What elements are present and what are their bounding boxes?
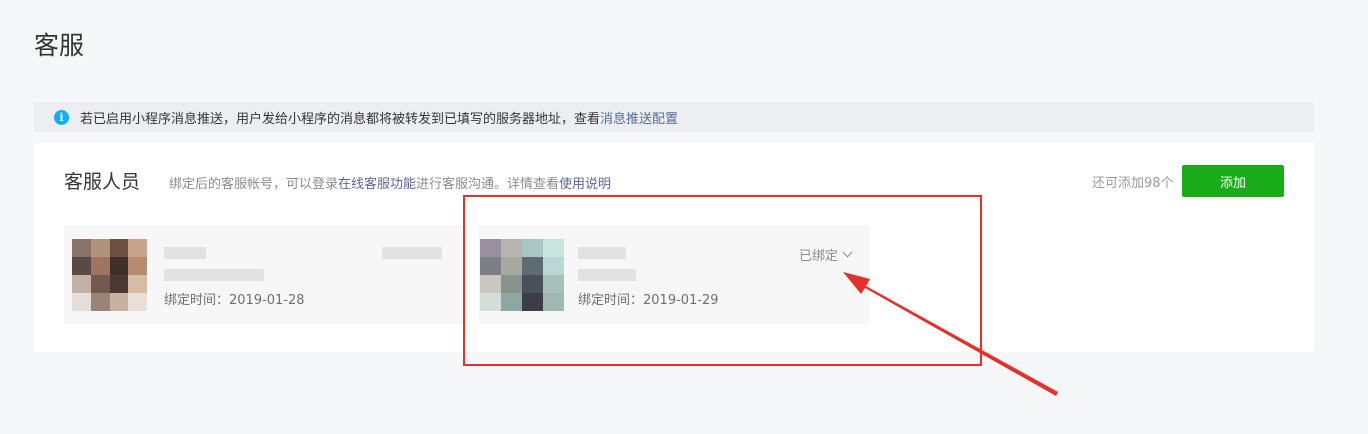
staff-panel: 客服人员 绑定后的客服帐号，可以登录在线客服功能进行客服沟通。详情查看使用说明 … bbox=[34, 143, 1314, 352]
staff-section-title: 客服人员 bbox=[64, 171, 141, 193]
desc-prefix: 绑定后的客服帐号，可以登录 bbox=[169, 177, 339, 192]
usage-guide-link[interactable]: 使用说明 bbox=[559, 177, 611, 192]
avatar bbox=[480, 239, 564, 311]
staff-card[interactable]: 绑定时间：2019-01-28 bbox=[64, 225, 466, 324]
chevron-down-icon bbox=[842, 247, 853, 258]
bind-time: 绑定时间：2019-01-29 bbox=[578, 293, 719, 308]
online-service-link[interactable]: 在线客服功能 bbox=[338, 177, 416, 192]
staff-card[interactable]: 已绑定 绑定时间：2019-01-29 bbox=[478, 225, 870, 324]
bind-time: 绑定时间：2019-01-28 bbox=[164, 293, 305, 308]
avatar bbox=[72, 239, 147, 311]
bound-status-dropdown[interactable]: 已绑定 bbox=[799, 245, 853, 264]
info-icon: i bbox=[54, 109, 69, 125]
add-button[interactable]: 添加 bbox=[1182, 165, 1284, 197]
blurred-name bbox=[578, 247, 626, 259]
notice-text: 若已启用小程序消息推送，用户发给小程序的消息都将被转发到已填写的服务器地址，查看 bbox=[80, 111, 601, 127]
notice-bar: i 若已启用小程序消息推送，用户发给小程序的消息都将被转发到已填写的服务器地址，… bbox=[34, 102, 1314, 132]
blurred-info bbox=[382, 247, 442, 259]
blurred-account bbox=[164, 269, 264, 281]
blurred-name bbox=[164, 247, 206, 259]
blurred-account bbox=[578, 269, 636, 281]
remaining-count: 还可添加98个 bbox=[1092, 176, 1174, 191]
bound-status-label: 已绑定 bbox=[799, 249, 839, 264]
desc-middle: 进行客服沟通。详情查看 bbox=[416, 177, 560, 192]
message-push-config-link[interactable]: 消息推送配置 bbox=[600, 108, 678, 127]
staff-description: 绑定后的客服帐号，可以登录在线客服功能进行客服沟通。详情查看使用说明 bbox=[169, 173, 611, 192]
page-title: 客服 bbox=[34, 31, 85, 60]
